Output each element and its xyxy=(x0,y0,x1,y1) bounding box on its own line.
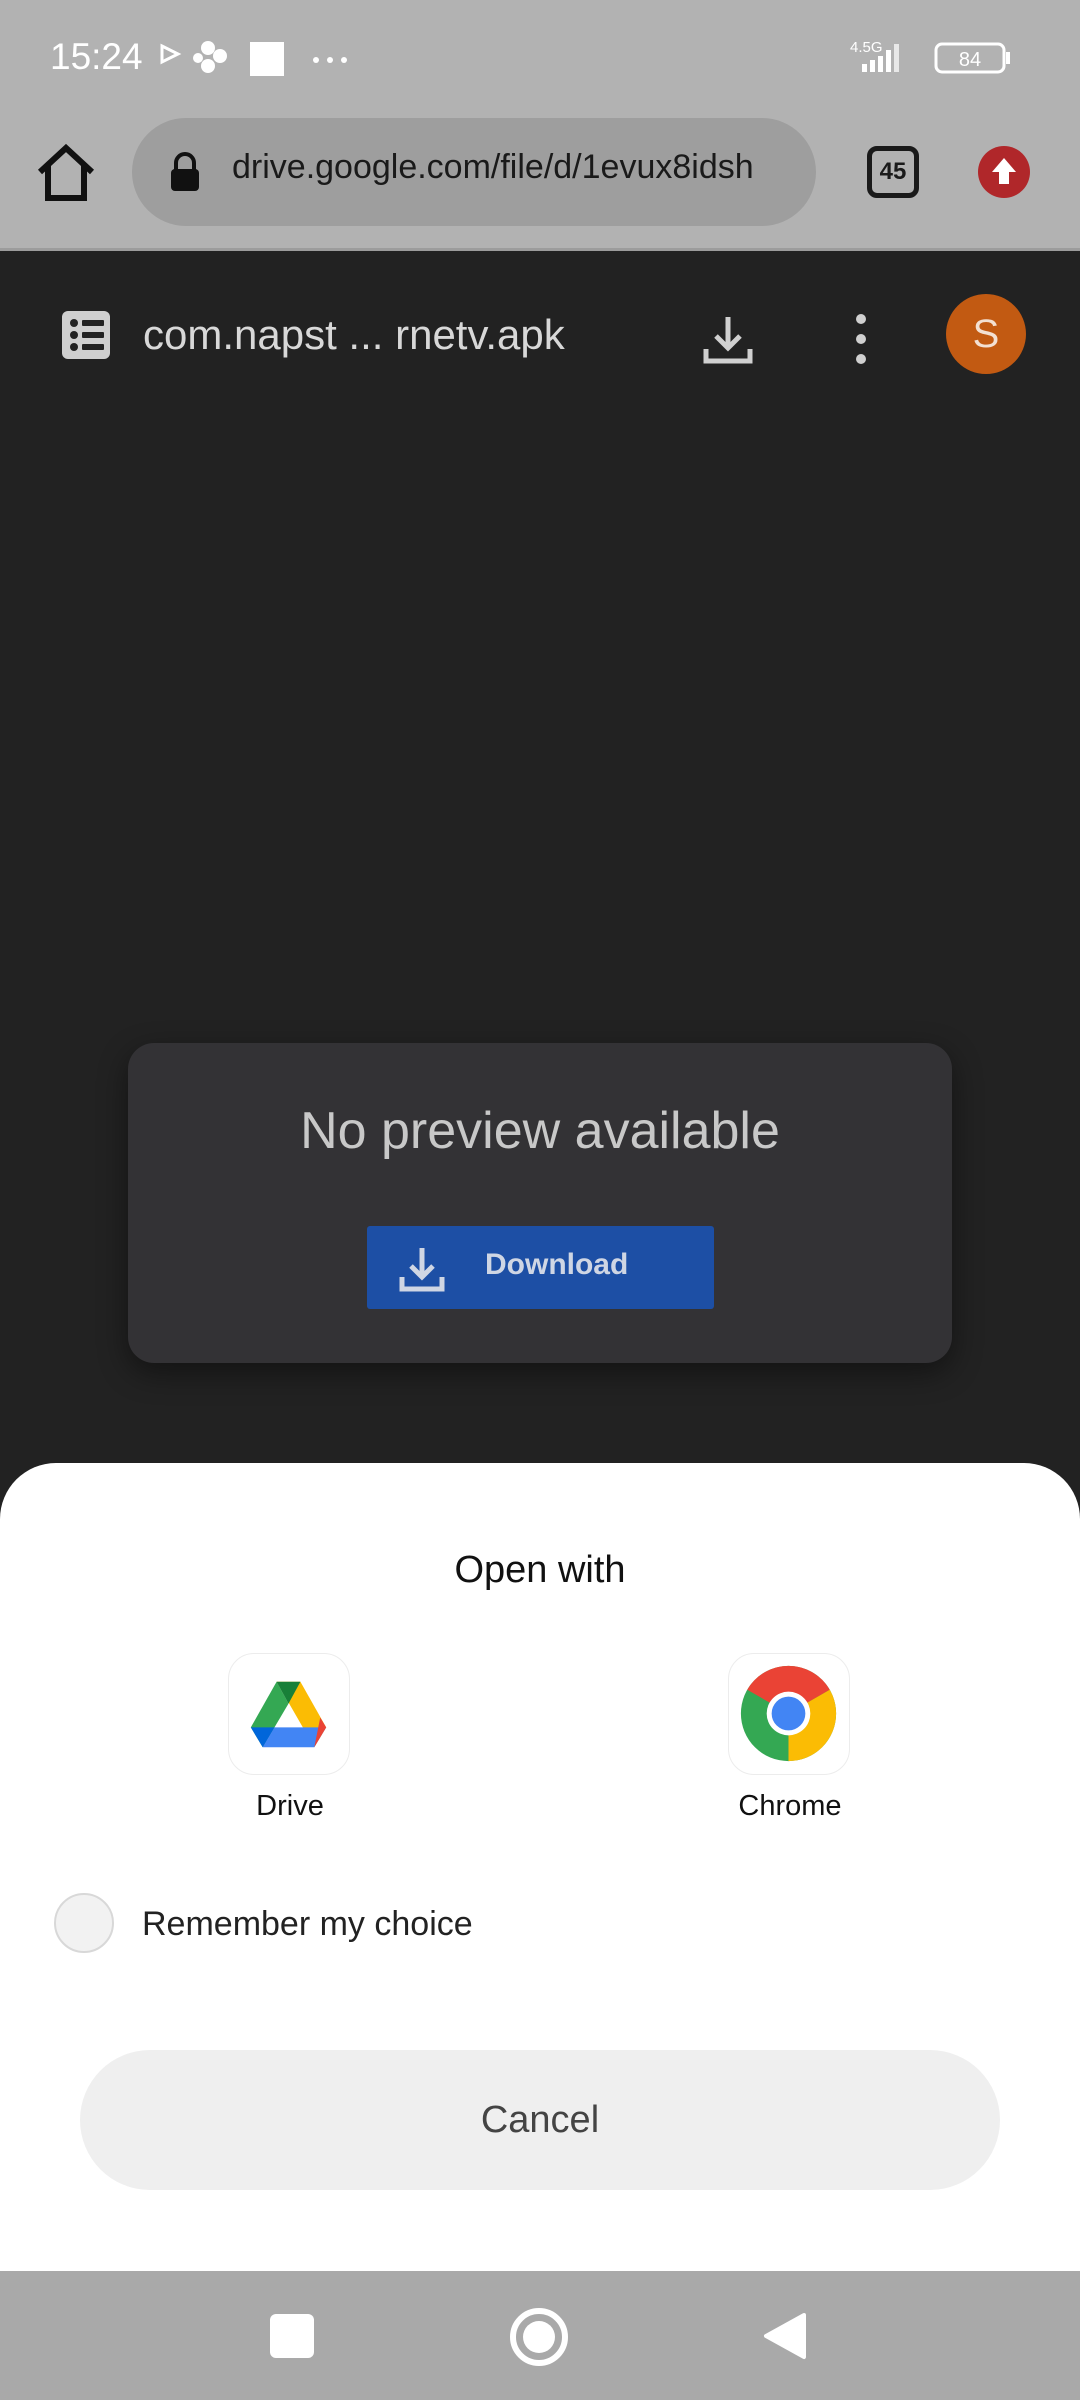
google-drive-icon[interactable] xyxy=(228,1653,350,1775)
back-button[interactable] xyxy=(762,2311,808,2361)
cancel-button[interactable]: Cancel xyxy=(80,2050,1000,2190)
file-list-icon xyxy=(62,311,110,359)
remember-choice-radio[interactable] xyxy=(54,1893,114,1953)
app-label-drive: Drive xyxy=(256,1790,324,1822)
app-label-chrome: Chrome xyxy=(738,1790,842,1822)
play-icon xyxy=(160,43,182,65)
app-option-chrome[interactable]: Chrome xyxy=(690,1653,890,1843)
app-notification-icon xyxy=(193,41,227,73)
download-icon xyxy=(399,1248,445,1292)
battery-icon: 84 xyxy=(934,42,1010,74)
open-with-sheet: Open with Drive Chrome Remember my choic… xyxy=(0,1463,1080,2271)
drive-header: com.napst ... rnetv.apk S xyxy=(0,251,1080,421)
avatar[interactable]: S xyxy=(946,294,1026,374)
browser-toolbar: drive.google.com/file/d/1evux8idsh 45 xyxy=(0,118,1080,251)
status-time: 15:24 xyxy=(50,36,143,77)
download-button[interactable]: Download xyxy=(367,1226,714,1309)
recents-button[interactable] xyxy=(270,2314,314,2358)
home-icon[interactable] xyxy=(30,138,102,210)
battery-level: 84 xyxy=(959,49,981,71)
app-option-drive[interactable]: Drive xyxy=(190,1653,390,1843)
address-bar[interactable]: drive.google.com/file/d/1evux8idsh xyxy=(132,118,816,226)
download-icon[interactable] xyxy=(700,311,756,367)
file-name: com.napst ... rnetv.apk xyxy=(143,311,565,358)
more-options-icon[interactable] xyxy=(846,311,876,367)
tab-switcher-button[interactable]: 45 xyxy=(867,146,919,198)
system-nav-bar xyxy=(0,2271,1080,2400)
status-right: 4.5G 84 xyxy=(850,36,1040,85)
square-notification-icon xyxy=(250,42,284,76)
no-preview-card: No preview available Download xyxy=(128,1043,952,1363)
home-button[interactable] xyxy=(510,2308,568,2366)
arrow-up-icon xyxy=(992,158,1016,184)
lock-icon xyxy=(171,152,199,191)
sheet-title: Open with xyxy=(454,1549,626,1591)
url-text[interactable]: drive.google.com/file/d/1evux8idsh xyxy=(232,148,797,196)
remember-choice-label[interactable]: Remember my choice xyxy=(142,1905,473,1944)
more-dots-icon xyxy=(313,57,347,63)
remember-choice-row[interactable]: Remember my choice xyxy=(52,1891,652,1959)
update-button[interactable] xyxy=(978,146,1030,198)
notification-icons xyxy=(160,41,347,76)
status-bar: 15:24 4.5G 84 xyxy=(0,0,1080,118)
network-type: 4.5G xyxy=(850,39,883,56)
download-button-label: Download xyxy=(485,1248,629,1281)
chrome-icon[interactable] xyxy=(728,1653,850,1775)
no-preview-message: No preview available xyxy=(300,1102,780,1160)
